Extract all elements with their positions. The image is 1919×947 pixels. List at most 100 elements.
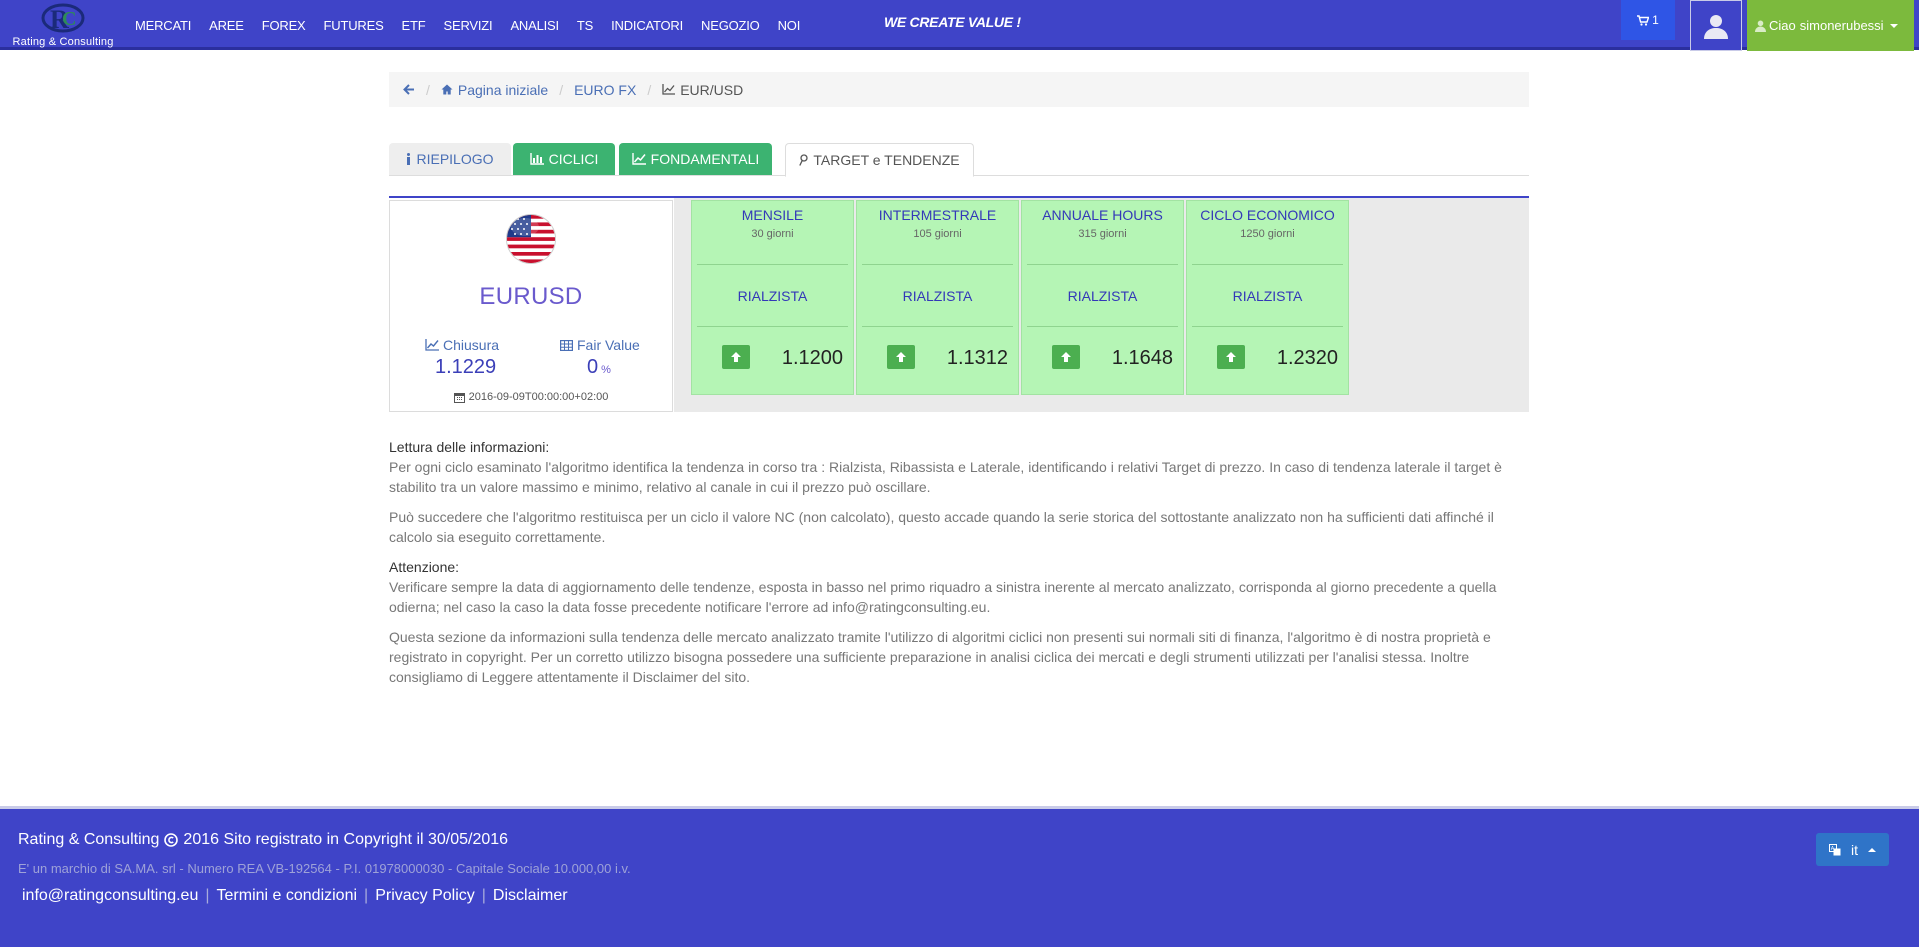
breadcrumb-separator: /: [426, 81, 430, 98]
svg-text:A: A: [1831, 846, 1835, 852]
svg-text:C: C: [62, 8, 76, 30]
breadcrumb-home[interactable]: Pagina iniziale: [441, 82, 548, 98]
footer-links: info@ratingconsulting.eu | Termini e con…: [22, 887, 568, 905]
breadcrumb-separator: /: [559, 81, 564, 98]
username: simonerubessi: [1799, 18, 1884, 33]
nav-analisi[interactable]: ANALISI: [510, 18, 559, 33]
caret-up-icon: [1868, 847, 1876, 852]
breadcrumb-home-label: Pagina iniziale: [457, 81, 549, 98]
fair-value-unit: %: [601, 364, 611, 376]
cycle-trend: RIALZISTA: [1067, 288, 1138, 304]
cycle-target-value: 1.1648: [1111, 347, 1173, 369]
cycle-period: 1250 giorni: [1240, 228, 1295, 240]
bar-chart-icon: [529, 153, 544, 165]
arrow-up-icon: [1217, 345, 1245, 369]
footer-email-link[interactable]: info@ratingconsulting.eu: [22, 887, 198, 905]
nav-futures[interactable]: FUTURES: [324, 18, 384, 33]
footer-privacy-link[interactable]: Privacy Policy: [375, 887, 475, 905]
tab-fondamentali-label: FONDAMENTALI: [650, 151, 760, 167]
pushpin-icon: [799, 154, 809, 166]
update-date: 2016-09-09T00:00:00+02:00: [390, 391, 672, 403]
arrow-left-icon: [403, 84, 414, 95]
top-navbar: R C Rating & Consulting MERCATI AREE FOR…: [0, 0, 1919, 51]
user-icon: [1755, 20, 1766, 32]
breadcrumb: / Pagina iniziale / EURO FX / EUR/USD: [389, 72, 1529, 107]
tab-target-tendenze[interactable]: TARGET e TENDENZE: [785, 143, 974, 177]
cycle-trend: RIALZISTA: [902, 288, 973, 304]
copyright-icon: [164, 833, 179, 847]
footer-legal: E' un marchio di SA.MA. srl - Numero REA…: [18, 861, 631, 876]
info-paragraph: Per ogni ciclo esaminato l'algoritmo ide…: [389, 459, 1502, 495]
close-label: Chiusura: [425, 337, 499, 353]
divider: [1192, 326, 1343, 327]
fair-value: 0%: [587, 356, 611, 379]
avatar-button[interactable]: [1690, 0, 1742, 51]
market-symbol: EURUSD: [479, 283, 583, 310]
main-menu: MERCATI AREE FOREX FUTURES ETF SERVIZI A…: [126, 0, 809, 50]
nav-negozio[interactable]: NEGOZIO: [701, 18, 760, 33]
nav-mercati[interactable]: MERCATI: [135, 18, 191, 33]
cycle-card-annuale-hours: ANNUALE HOURS 315 giorni RIALZISTA 1.164…: [1021, 200, 1184, 395]
nav-etf[interactable]: ETF: [402, 18, 426, 33]
tab-fondamentali[interactable]: FONDAMENTALI: [619, 143, 772, 175]
cycle-title: ANNUALE HOURS: [1042, 207, 1163, 223]
info-section: Lettura delle informazioni: Per ogni cic…: [389, 437, 1529, 697]
fair-value-number: 0: [587, 356, 599, 378]
nav-servizi[interactable]: SERVIZI: [444, 18, 493, 33]
divider: [1192, 264, 1343, 265]
arrow-up-icon: [1052, 345, 1080, 369]
info-paragraph: Può succedere che l'algoritmo restituisc…: [389, 509, 1494, 545]
fair-value-label: Fair Value: [560, 337, 640, 353]
footer-separator: |: [205, 887, 210, 904]
footer-separator: |: [364, 887, 369, 904]
arrow-up-icon: [722, 345, 750, 369]
cart-count: 1: [1652, 13, 1659, 27]
brand-name: Rating & Consulting: [12, 36, 114, 48]
nav-noi[interactable]: NOI: [778, 18, 801, 33]
line-chart-icon: [631, 153, 646, 165]
cycle-trend: RIALZISTA: [1232, 288, 1303, 304]
tab-riepilogo[interactable]: RIEPILOGO: [389, 143, 511, 175]
language-selector[interactable]: A it: [1816, 833, 1889, 866]
divider: [1027, 326, 1178, 327]
info-paragraph: Questa sezione da informazioni sulla ten…: [389, 629, 1491, 685]
nav-indicatori[interactable]: INDICATORI: [611, 18, 683, 33]
breadcrumb-separator: /: [647, 81, 652, 98]
footer-company: Rating & Consulting: [18, 831, 160, 848]
footer-terms-link[interactable]: Termini e condizioni: [217, 887, 358, 905]
cycle-title: CICLO ECONOMICO: [1200, 207, 1335, 223]
divider: [697, 326, 848, 327]
brand-logo-link[interactable]: R C Rating & Consulting: [8, 0, 118, 50]
close-value: 1.1229: [435, 356, 497, 378]
info-heading: Lettura delle informazioni:: [389, 439, 550, 455]
line-chart-icon: [425, 339, 439, 351]
tab-ciclici[interactable]: CICLICI: [513, 143, 615, 175]
us-flag-icon: [507, 215, 555, 263]
info-icon: [407, 153, 411, 165]
line-chart-icon: [662, 84, 676, 95]
nav-forex[interactable]: FOREX: [262, 18, 306, 33]
cycle-target-value: 1.2320: [1276, 347, 1338, 369]
divider: [862, 264, 1013, 265]
back-link[interactable]: [403, 84, 415, 95]
cycle-target-value: 1.1200: [781, 347, 843, 369]
shopping-cart-icon: [1637, 14, 1650, 26]
user-avatar-icon: [1704, 14, 1728, 39]
nav-aree[interactable]: AREE: [209, 18, 244, 33]
cycle-target-value: 1.1312: [946, 347, 1008, 369]
language-icon: A: [1829, 843, 1841, 855]
nav-ts[interactable]: TS: [577, 18, 593, 33]
cycle-title: MENSILE: [741, 207, 804, 223]
slogan: WE CREATE VALUE !: [884, 14, 1021, 30]
greeting-text: Ciao: [1769, 18, 1796, 33]
divider: [697, 264, 848, 265]
cart-button[interactable]: 1: [1621, 0, 1675, 40]
rc-logo-icon: R C: [41, 3, 85, 34]
footer-disclaimer-link[interactable]: Disclaimer: [493, 887, 568, 905]
arrow-up-icon: [887, 345, 915, 369]
update-date-text: 2016-09-09T00:00:00+02:00: [468, 391, 609, 403]
user-menu-dropdown[interactable]: Ciao simonerubessi: [1747, 0, 1914, 51]
footer-copyright: Rating & Consulting 2016 Sito registrato…: [18, 831, 508, 849]
breadcrumb-parent[interactable]: EURO FX: [574, 82, 636, 98]
table-icon: [560, 339, 573, 351]
